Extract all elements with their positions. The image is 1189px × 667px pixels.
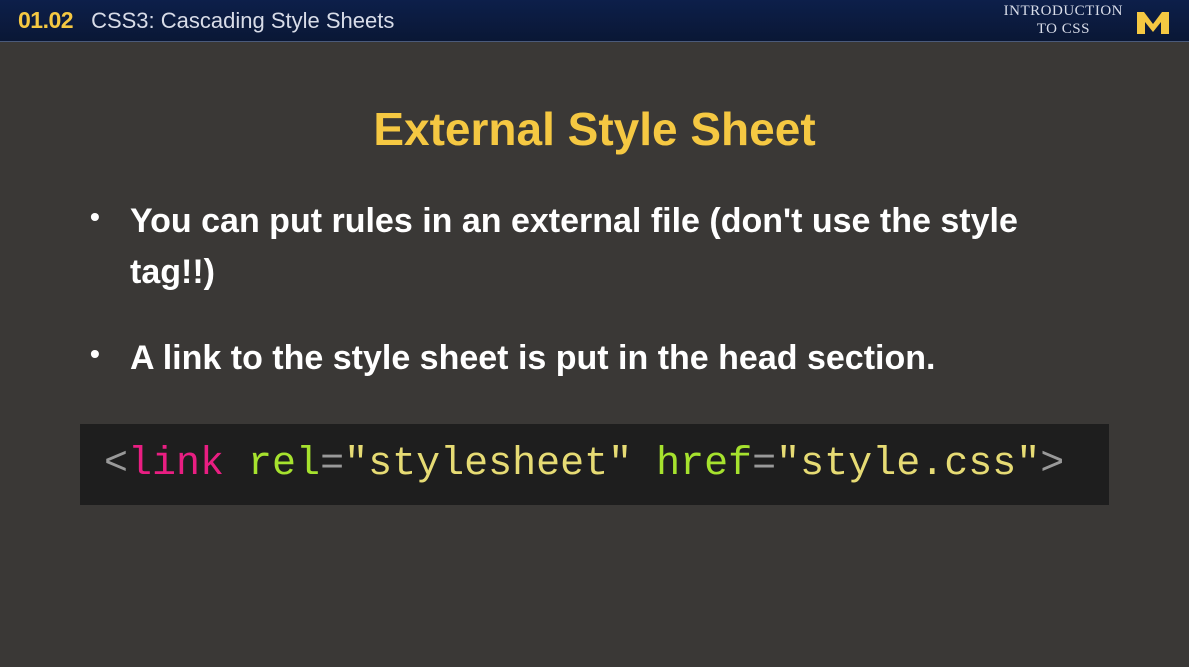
- bullet-item: A link to the style sheet is put in the …: [130, 333, 1109, 384]
- slide-title: External Style Sheet: [80, 102, 1109, 156]
- code-value-stylecss: "style.css": [776, 442, 1040, 487]
- course-label: INTRODUCTION TO CSS: [1004, 3, 1123, 38]
- lesson-number: 01.02: [18, 7, 73, 34]
- code-equals: =: [752, 442, 776, 487]
- slide-content: External Style Sheet You can put rules i…: [0, 42, 1189, 505]
- header-right: INTRODUCTION TO CSS: [1004, 3, 1171, 38]
- code-value-stylesheet: "stylesheet": [344, 442, 632, 487]
- code-equals: =: [320, 442, 344, 487]
- code-tag: link: [128, 442, 224, 487]
- course-label-line2: TO CSS: [1004, 21, 1123, 38]
- michigan-logo-icon: [1135, 4, 1171, 38]
- code-bracket-close: >: [1040, 442, 1064, 487]
- slide-header: 01.02 CSS3: Cascading Style Sheets INTRO…: [0, 0, 1189, 42]
- bullet-list: You can put rules in an external file (d…: [80, 196, 1109, 384]
- code-attr-rel: rel: [248, 442, 320, 487]
- code-attr-href: href: [656, 442, 752, 487]
- code-block: <link rel="stylesheet" href="style.css">: [80, 424, 1109, 505]
- lesson-title: CSS3: Cascading Style Sheets: [91, 8, 394, 34]
- course-label-line1: INTRODUCTION: [1004, 3, 1123, 20]
- code-bracket-open: <: [104, 442, 128, 487]
- bullet-item: You can put rules in an external file (d…: [130, 196, 1109, 298]
